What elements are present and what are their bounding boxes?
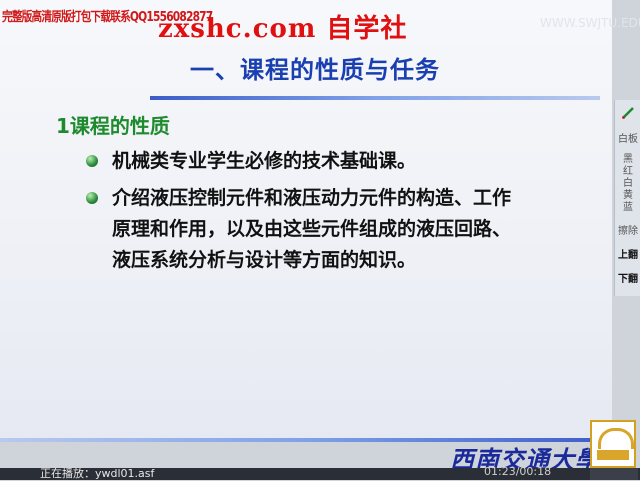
bullet-item: 介绍液压控制元件和液压动力元件的构造、工作原理和作用，以及由这些元件组成的液压回…	[86, 183, 526, 276]
bullet-text: 机械类专业学生必修的技术基础课。	[112, 150, 417, 172]
tool-whiteboard[interactable]: 白板	[615, 134, 640, 146]
color-blue[interactable]: 蓝	[615, 202, 640, 214]
pen-icon[interactable]	[621, 106, 635, 120]
bullet-item: 机械类专业学生必修的技术基础课。	[86, 146, 526, 177]
bullet-icon	[86, 155, 98, 167]
page-down-button[interactable]: 下翻	[615, 274, 640, 286]
university-emblem-icon	[590, 420, 636, 468]
color-black[interactable]: 黑	[615, 154, 640, 166]
status-end-block	[590, 468, 638, 480]
player-status-bar: 正在播放：ywdl01.asf 01:23/00:18	[0, 465, 640, 480]
bullet-list: 机械类专业学生必修的技术基础课。 介绍液压控制元件和液压动力元件的构造、工作原理…	[86, 146, 526, 282]
bullet-icon	[86, 192, 98, 204]
slide-title: 一、课程的性质与任务	[190, 56, 440, 84]
section-subhead: 1课程的性质	[56, 114, 170, 138]
color-red[interactable]: 红	[615, 166, 640, 178]
page-up-button[interactable]: 上翻	[615, 250, 640, 262]
watermark-corner-text: WWW.SWJTU.EDU	[540, 16, 640, 30]
playback-time: 01:23/00:18	[484, 465, 552, 478]
tool-erase[interactable]: 擦除	[615, 226, 640, 238]
watermark-banner: 完整版高清原版打包下载联系QQ1556082877 zxshc.com 自学社 …	[0, 0, 640, 44]
watermark-site-text: zxshc.com 自学社	[158, 14, 408, 44]
annotation-toolbar: 白板 黑 红 白 黄 蓝 擦除 上翻 下翻	[614, 100, 640, 296]
slide-canvas: 完整版高清原版打包下载联系QQ1556082877 zxshc.com 自学社 …	[0, 0, 640, 474]
color-white[interactable]: 白	[615, 178, 640, 190]
bullet-text: 介绍液压控制元件和液压动力元件的构造、工作原理和作用，以及由这些元件组成的液压回…	[112, 187, 512, 271]
color-yellow[interactable]: 黄	[615, 190, 640, 202]
now-playing-label: 正在播放：ywdl01.asf	[40, 467, 155, 480]
title-divider	[150, 96, 600, 100]
